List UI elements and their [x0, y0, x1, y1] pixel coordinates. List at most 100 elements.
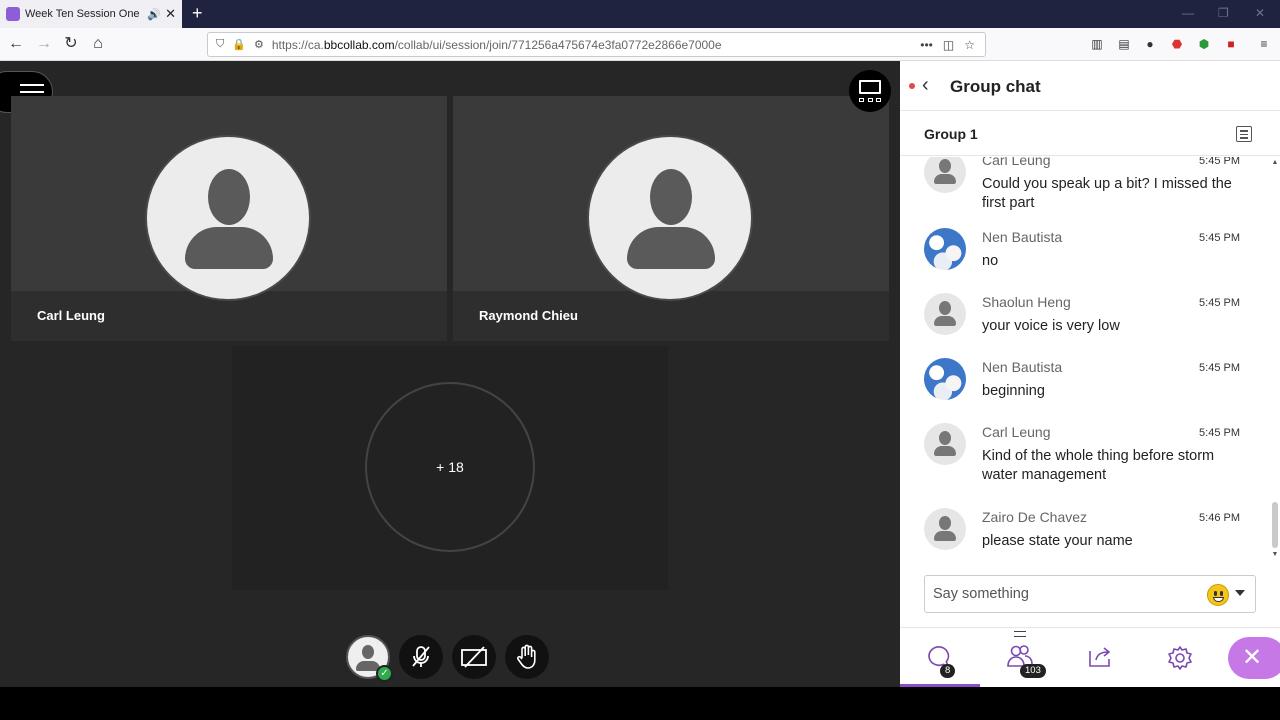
participant-name: Raymond Chieu [479, 308, 578, 323]
avatar [924, 293, 966, 335]
avatar [924, 228, 966, 270]
minimize-icon[interactable]: — [1182, 6, 1194, 20]
close-panel-button[interactable]: ✕ [1228, 637, 1280, 679]
avatar [924, 423, 966, 465]
message-text: please state your name [982, 533, 1133, 549]
avatar [924, 157, 966, 193]
message-text: beginning [982, 383, 1045, 399]
collaborate-panel: ‹ Group chat Group 1 Carl Leung 5:45 PM … [900, 61, 1280, 687]
participant-tile[interactable]: Raymond Chieu [453, 96, 889, 341]
more-participants-tile[interactable]: + 18 [232, 346, 668, 590]
unread-indicator [909, 83, 915, 89]
library-icon[interactable]: ▥ [1089, 36, 1105, 52]
message-time: 5:46 PM [1199, 512, 1240, 524]
avatar [924, 508, 966, 550]
panel-header: ‹ Group chat [900, 61, 1280, 111]
raise-hand-button[interactable] [505, 635, 549, 679]
group-name: Group 1 [924, 126, 978, 142]
browser-navbar: ← → ↻ ⌂ ⛉ 🔒 ⚙ https://ca.bbcollab.com/co… [0, 28, 1280, 61]
microphone-toggle-button[interactable] [399, 635, 443, 679]
taskbar [0, 687, 1280, 720]
avatar [587, 135, 753, 301]
my-status-button[interactable]: ✓ [346, 635, 393, 682]
url-bar[interactable]: ⛉ 🔒 ⚙ https://ca.bbcollab.com/collab/ui/… [207, 32, 986, 57]
scroll-up-icon[interactable]: ▲ [1270, 159, 1280, 166]
panel-title: Group chat [950, 77, 1041, 96]
lock-icon[interactable]: 🔒 [232, 38, 246, 51]
hand-icon [517, 644, 536, 669]
tab-title: Week Ten Session One : No [25, 8, 143, 20]
tab-chat[interactable]: 8 [900, 628, 980, 687]
speaker-icon[interactable]: 🔊 [147, 8, 161, 21]
chat-input[interactable] [925, 576, 1195, 612]
participant-tile[interactable]: Carl Leung [11, 96, 447, 341]
browser-tabbar: Week Ten Session One : No 🔊 ✕ + — ❐ ✕ [0, 0, 1280, 28]
chat-unread-badge: 8 [940, 664, 956, 678]
message-author: Nen Bautista [982, 359, 1063, 375]
layout-toggle-button[interactable] [849, 70, 891, 112]
shield-extension-icon[interactable]: ⬢ [1196, 36, 1212, 52]
browser-tab[interactable]: Week Ten Session One : No 🔊 ✕ [0, 0, 182, 28]
message-text: no [982, 253, 999, 269]
microphone-off-icon [412, 646, 430, 667]
back-chevron-icon[interactable]: ‹ [922, 74, 929, 97]
member-list-icon[interactable] [1236, 126, 1252, 142]
permissions-icon[interactable]: ⚙ [254, 38, 264, 51]
message-author: Nen Bautista [982, 229, 1063, 245]
message-text: your voice is very low [982, 318, 1120, 334]
home-icon[interactable]: ⌂ [88, 34, 108, 54]
account-icon[interactable]: ● [1142, 36, 1158, 52]
new-tab-button[interactable]: + [192, 3, 203, 23]
tab-attendees[interactable]: 103 [980, 628, 1060, 687]
message-time: 5:45 PM [1199, 362, 1240, 374]
camera-toggle-button[interactable] [452, 635, 496, 679]
checkmark-icon: ✓ [376, 665, 393, 682]
restore-icon[interactable]: ❐ [1218, 6, 1229, 20]
back-icon[interactable]: ← [6, 34, 26, 54]
message-text: Kind of the whole thing before storm wat… [982, 448, 1215, 483]
gear-icon [1168, 646, 1192, 670]
more-participants-count: + 18 [365, 382, 535, 552]
tab-share-content[interactable] [1060, 628, 1140, 687]
sidebar-icon[interactable]: ▤ [1116, 36, 1132, 52]
avatar [924, 358, 966, 400]
chat-compose [924, 575, 1256, 613]
avatar [145, 135, 311, 301]
pocket-icon[interactable]: ◫ [943, 38, 954, 52]
tab-settings[interactable] [1140, 628, 1220, 687]
drag-handle-icon [1014, 631, 1026, 637]
message-text: Could you speak up a bit? I missed the f… [982, 176, 1232, 211]
scroll-thumb[interactable] [1272, 502, 1278, 548]
collab-icon [6, 7, 20, 21]
reload-icon[interactable]: ↻ [61, 34, 81, 54]
message-time: 5:45 PM [1199, 427, 1240, 439]
participant-name: Carl Leung [37, 308, 105, 323]
camera-off-icon [461, 646, 487, 668]
adblock-icon[interactable]: ⬣ [1169, 36, 1185, 52]
close-tab-icon[interactable]: ✕ [165, 6, 176, 22]
message-author: Shaolun Heng [982, 294, 1071, 310]
chat-message-list: Carl Leung 5:45 PM Could you speak up a … [900, 157, 1280, 562]
message-author: Carl Leung [982, 424, 1051, 440]
url-text: https://ca.bbcollab.com/collab/ui/sessio… [271, 37, 722, 52]
scroll-down-icon[interactable]: ▼ [1270, 551, 1280, 558]
panel-tabs: 8 103 ✕ [900, 627, 1280, 687]
emoji-icon[interactable] [1207, 584, 1229, 606]
chat-scrollbar[interactable]: ▲ ▼ [1270, 157, 1280, 562]
message-author: Zairo De Chavez [982, 509, 1088, 525]
group-header: Group 1 [900, 112, 1280, 156]
bookmark-star-icon[interactable]: ☆ [964, 38, 975, 52]
more-actions-icon[interactable]: ••• [920, 38, 933, 52]
video-stage: Carl Leung Raymond Chieu + 18 ✓ [0, 61, 900, 687]
chevron-down-icon[interactable] [1235, 590, 1245, 596]
close-window-icon[interactable]: ✕ [1255, 6, 1265, 20]
pdf-extension-icon[interactable]: ■ [1223, 36, 1239, 52]
shield-icon[interactable]: ⛉ [216, 38, 224, 51]
message-time: 5:45 PM [1199, 232, 1240, 244]
message-time: 5:45 PM [1199, 297, 1240, 309]
forward-icon[interactable]: → [34, 34, 54, 54]
message-author: Carl Leung [982, 157, 1051, 168]
menu-icon[interactable]: ≡ [1256, 36, 1272, 52]
layout-icon [859, 80, 881, 94]
close-icon: ✕ [1242, 644, 1263, 671]
